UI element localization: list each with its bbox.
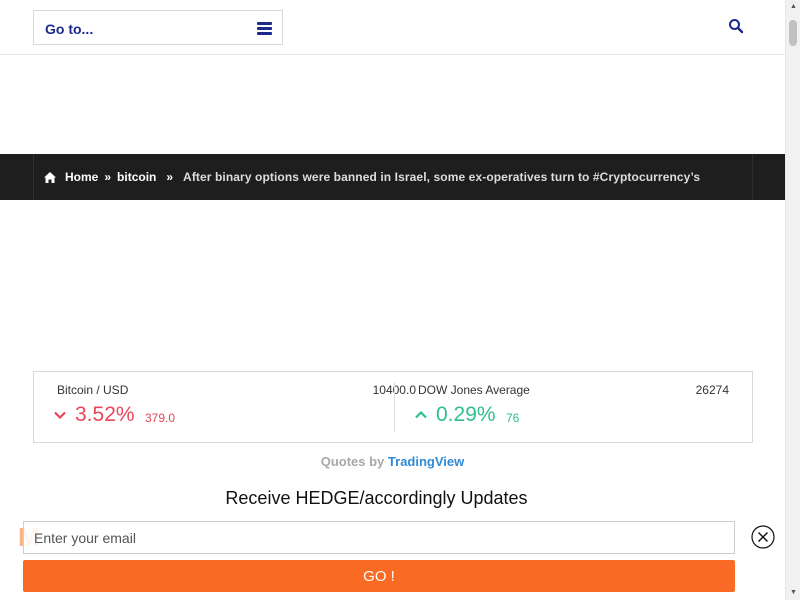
- goto-label: Go to...: [45, 21, 94, 37]
- scroll-thumb[interactable]: [789, 20, 797, 46]
- arrow-up-icon: [415, 411, 427, 419]
- quote-percent: 0.29%: [436, 403, 496, 426]
- quote-change: 379.0: [145, 411, 176, 425]
- breadcrumb-home-link[interactable]: Home: [65, 170, 98, 184]
- hamburger-icon: [257, 22, 272, 35]
- top-header: Go to...: [0, 0, 785, 55]
- page-scrollbar[interactable]: ▲ ▼: [785, 0, 800, 600]
- scroll-down-arrow-icon[interactable]: ▼: [786, 586, 800, 600]
- breadcrumb-separator: »: [166, 170, 174, 184]
- market-ticker-widget: Bitcoin / USD 10400.0 3.52% 379.0 DOW Jo…: [33, 371, 753, 443]
- quote-name: Bitcoin / USD: [57, 383, 129, 397]
- close-icon[interactable]: [751, 525, 775, 549]
- quote-percent: 3.52%: [75, 403, 135, 426]
- goto-menu-dropdown[interactable]: Go to...: [33, 10, 283, 45]
- email-input[interactable]: [23, 521, 735, 554]
- breadcrumb-current-page: After binary options were banned in Isra…: [183, 170, 701, 184]
- breadcrumb: Home » bitcoin » After binary options we…: [33, 154, 753, 200]
- quote-name: DOW Jones Average: [418, 383, 530, 397]
- scroll-up-arrow-icon[interactable]: ▲: [786, 0, 800, 14]
- breadcrumb-separator: »: [104, 170, 112, 184]
- quote-dow-jones[interactable]: DOW Jones Average 26274 0.29% 76: [394, 382, 753, 432]
- quote-change: 76: [506, 411, 520, 425]
- attribution-prefix: Quotes by: [320, 454, 385, 469]
- home-icon: [44, 171, 56, 183]
- quote-price: 26274: [695, 383, 729, 397]
- go-button[interactable]: GO !: [23, 560, 735, 592]
- search-icon[interactable]: [728, 18, 744, 34]
- quote-bitcoin-usd[interactable]: Bitcoin / USD 10400.0 3.52% 379.0: [34, 372, 416, 442]
- subscribe-title: Receive HEDGE/accordingly Updates: [225, 488, 528, 508]
- breadcrumb-category-link[interactable]: bitcoin: [117, 170, 156, 184]
- quotes-attribution: Quotes by TradingView: [0, 454, 785, 469]
- tradingview-link[interactable]: TradingView: [388, 454, 464, 469]
- breadcrumb-bar: Home » bitcoin » After binary options we…: [0, 154, 785, 200]
- arrow-down-icon: [54, 411, 66, 419]
